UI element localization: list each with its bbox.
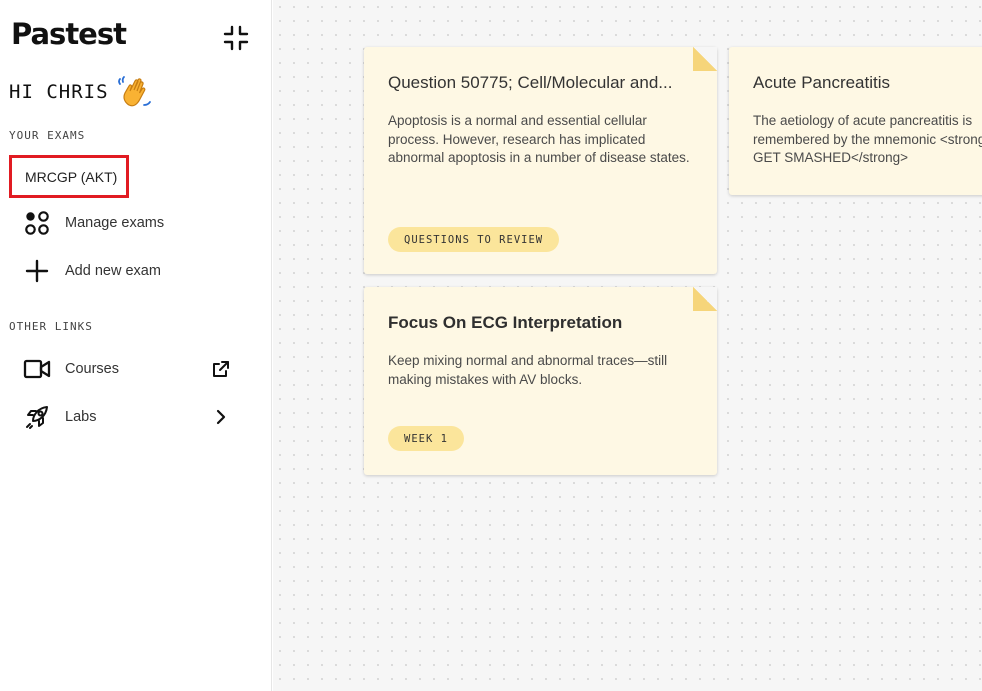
note-card[interactable]: Question 50775; Cell/Molecular and... Ap… bbox=[364, 47, 717, 274]
note-tag[interactable]: QUESTIONS TO REVIEW bbox=[388, 227, 560, 252]
note-title: Acute Pancreatitis bbox=[753, 73, 891, 92]
note-title: Question 50775; Cell/Molecular and... bbox=[388, 73, 673, 92]
sidebar-item-labs[interactable]: Labs bbox=[22, 402, 232, 432]
manage-exams-button[interactable]: Manage exams bbox=[22, 208, 232, 238]
note-body: Keep mixing normal and abnormal traces—s… bbox=[388, 353, 668, 387]
exam-item-label: MRCGP (AKT) bbox=[25, 168, 118, 185]
logo-text-left: Pas bbox=[11, 17, 66, 51]
other-links-label: OTHER LINKS bbox=[9, 320, 93, 333]
your-exams-label: YOUR EXAMS bbox=[9, 129, 86, 142]
dots-grid-icon bbox=[22, 208, 52, 238]
logo-text-highlight: test bbox=[65, 17, 127, 51]
chevron-right-icon bbox=[210, 406, 232, 428]
exam-item-mrcgp-akt[interactable]: MRCGP (AKT) bbox=[9, 155, 129, 198]
video-icon bbox=[22, 354, 52, 384]
greeting: HI CHRIS bbox=[9, 75, 153, 109]
note-fold bbox=[693, 47, 717, 71]
waving-hand-icon bbox=[117, 76, 151, 107]
note-card[interactable]: Focus On ECG Interpretation Keep mixing … bbox=[364, 287, 717, 475]
notes-board: Question 50775; Cell/Molecular and... Ap… bbox=[273, 0, 982, 691]
rocket-icon bbox=[22, 402, 52, 432]
plus-icon bbox=[22, 256, 52, 286]
note-card[interactable]: Acute Pancreatitis The aetiology of acut… bbox=[729, 47, 982, 195]
greeting-text: HI CHRIS bbox=[9, 81, 109, 103]
labs-label: Labs bbox=[65, 409, 97, 425]
note-tag[interactable]: WEEK 1 bbox=[388, 426, 464, 451]
add-new-exam-label: Add new exam bbox=[65, 263, 161, 279]
collapse-icon bbox=[223, 25, 249, 51]
sidebar: Pastest HI CHRIS YOUR EXAMS MRCGP (AKT) bbox=[0, 0, 272, 691]
note-title: Focus On ECG Interpretation bbox=[388, 313, 623, 332]
note-fold bbox=[693, 287, 717, 311]
pastest-logo[interactable]: Pastest bbox=[11, 17, 127, 51]
sidebar-item-courses[interactable]: Courses bbox=[22, 354, 232, 384]
note-body: Apoptosis is a normal and essential cell… bbox=[388, 113, 690, 165]
external-link-icon bbox=[210, 358, 232, 380]
courses-label: Courses bbox=[65, 361, 119, 377]
manage-exams-label: Manage exams bbox=[65, 215, 165, 231]
note-body: The aetiology of acute pancreatitis is r… bbox=[753, 113, 982, 165]
add-new-exam-button[interactable]: Add new exam bbox=[22, 256, 232, 286]
collapse-sidebar-button[interactable] bbox=[222, 24, 250, 52]
